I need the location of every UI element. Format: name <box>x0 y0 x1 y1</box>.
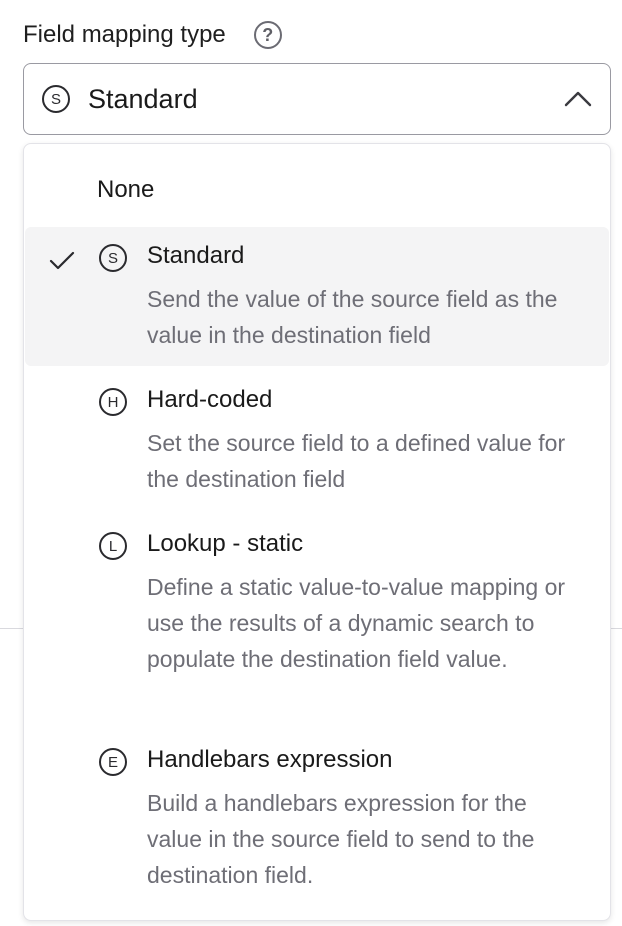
standard-badge-icon: S <box>42 85 70 113</box>
option-none[interactable]: None <box>25 164 609 220</box>
hard-coded-badge-icon: H <box>99 388 127 416</box>
selected-value: Standard <box>88 83 198 114</box>
option-description: Build a handlebars expression for the va… <box>147 790 535 888</box>
option-label: Standard <box>147 242 245 269</box>
chevron-up-icon <box>564 91 592 107</box>
option-label: Lookup - static <box>147 530 304 557</box>
expression-badge-icon: E <box>99 748 127 776</box>
field-mapping-type-select[interactable]: S Standard <box>23 63 611 135</box>
lookup-badge-icon: L <box>99 532 127 560</box>
field-label-row: Field mapping type ? <box>23 18 282 52</box>
option-description: Define a static value-to-value mapping o… <box>147 574 566 672</box>
dropdown-menu: None S Standard Send the value of the so… <box>23 143 611 921</box>
option-lookup-static[interactable]: L Lookup - static Define a static value-… <box>25 516 609 716</box>
option-description: Set the source field to a defined value … <box>147 430 566 492</box>
option-handlebars-expression[interactable]: E Handlebars expression Build a handleba… <box>25 732 609 907</box>
checkmark-icon <box>49 251 75 270</box>
help-icon[interactable]: ? <box>253 21 282 49</box>
option-description: Send the value of the source field as th… <box>147 286 558 348</box>
option-label: Hard-coded <box>147 386 273 413</box>
standard-badge-icon: S <box>99 244 127 272</box>
option-hard-coded[interactable]: H Hard-coded Set the source field to a d… <box>25 372 609 502</box>
field-label: Field mapping type <box>23 21 226 48</box>
option-label: Handlebars expression <box>147 746 393 773</box>
option-label: None <box>97 176 155 203</box>
option-standard[interactable]: S Standard Send the value of the source … <box>25 227 609 366</box>
page: Field mapping type ? S Standard None S S… <box>0 0 622 926</box>
